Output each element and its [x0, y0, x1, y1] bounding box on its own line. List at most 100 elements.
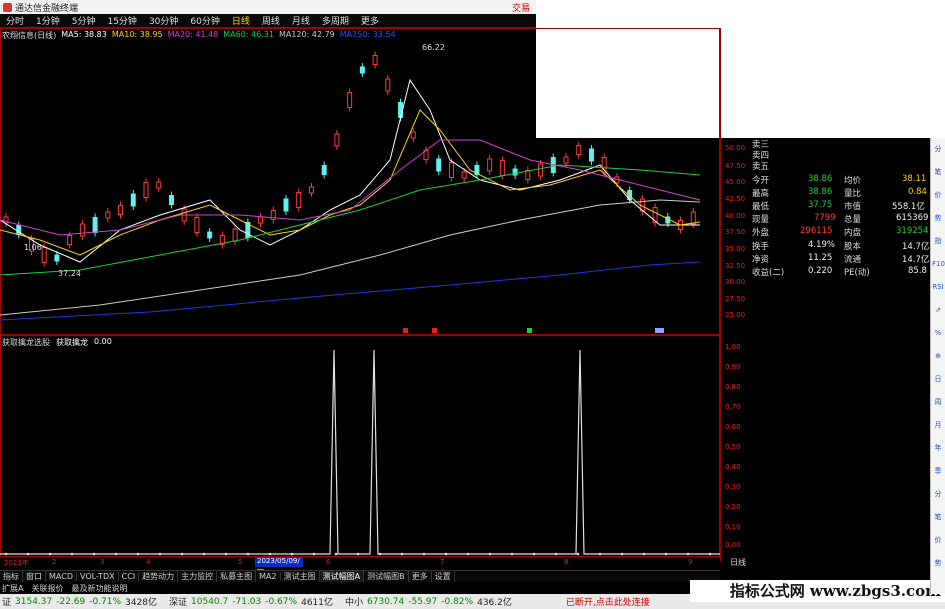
ma120-line	[0, 199, 701, 316]
period-label[interactable]: 日线	[720, 557, 756, 569]
quote-value: 0.84	[908, 187, 927, 197]
tab-trend[interactable]: 趋势动力	[139, 571, 179, 582]
sidebar-button[interactable]: 价	[932, 533, 944, 547]
tab-test-main[interactable]: 测试主图	[281, 571, 320, 582]
signal-point	[158, 552, 162, 556]
marker-multi	[655, 328, 664, 333]
sidebar-button[interactable]: 势	[932, 211, 944, 225]
connection-status[interactable]: 已断开,点击此处连接	[566, 595, 650, 608]
tab-more[interactable]: 更多	[409, 571, 432, 582]
candle	[359, 66, 365, 74]
menu-item-more[interactable]: 更多	[355, 14, 385, 27]
ask-row-5: 卖五	[752, 160, 930, 172]
new-feature-button[interactable]: 最及新功能说明	[71, 583, 127, 594]
quote-label: 现量	[752, 215, 770, 225]
date-tick: 9	[688, 558, 693, 566]
quote-row-eps: 收益(二) 0.220 PE(动) 85.8	[752, 266, 930, 278]
sidebar-button[interactable]: 年	[932, 441, 944, 455]
zx-label[interactable]: 中小	[345, 595, 363, 608]
menu-item-30min[interactable]: 30分钟	[143, 14, 184, 27]
sidebar-button[interactable]: 势	[932, 556, 944, 570]
sidebar-button[interactable]: 月	[932, 418, 944, 432]
price-tick: 27.50	[725, 295, 746, 303]
tab-test-b[interactable]: 测试幅图B	[364, 571, 409, 582]
candle	[232, 228, 238, 242]
menu-item-week[interactable]: 周线	[256, 14, 286, 27]
tab-test-a[interactable]: 测试幅图A	[319, 571, 365, 582]
candle	[54, 254, 60, 262]
sidebar-button[interactable]: 季	[932, 464, 944, 478]
related-quote-button[interactable]: 关联报价	[31, 583, 63, 594]
sz-pct: -0.67%	[265, 596, 298, 607]
signal-point	[510, 552, 514, 556]
price-tick: 47.50	[725, 162, 746, 170]
candle	[308, 186, 314, 194]
tab-window[interactable]: 窗口	[23, 571, 46, 582]
tab-cci[interactable]: CCI	[119, 572, 140, 581]
tab-indicator[interactable]: 指标	[0, 571, 23, 582]
menu-item-60min[interactable]: 60分钟	[184, 14, 225, 27]
candle	[448, 162, 454, 178]
sidebar-button[interactable]: %	[932, 326, 944, 340]
price-tick: 42.50	[725, 195, 746, 203]
date-tick: 8	[564, 558, 569, 566]
sidebar-button[interactable]: 分	[932, 487, 944, 501]
menu-item-1min[interactable]: 1分钟	[30, 14, 66, 27]
signal-point	[356, 552, 360, 556]
sidebar-button[interactable]: 日	[932, 372, 944, 386]
tab-ma2[interactable]: MA2	[256, 572, 281, 581]
extend-button[interactable]: 扩展A	[2, 583, 23, 594]
sidebar-button[interactable]: 笔	[932, 165, 944, 179]
tab-private-main[interactable]: 私募主图	[217, 571, 257, 582]
sidebar-button[interactable]: ⇗	[932, 303, 944, 317]
sh-label[interactable]: 证	[2, 595, 11, 608]
trade-link[interactable]: 交易	[512, 1, 530, 14]
candle	[41, 247, 47, 263]
date-tick: 3	[100, 558, 105, 566]
quote-row-low: 最低 37.75 市值 558.1亿	[752, 200, 930, 212]
menu-item-month[interactable]: 月线	[286, 14, 316, 27]
candle	[347, 92, 353, 108]
signal-point	[136, 552, 140, 556]
candle	[130, 193, 136, 207]
sz-label[interactable]: 深证	[169, 595, 187, 608]
sidebar-button[interactable]: 分	[932, 142, 944, 156]
indicator-tick: 0.40	[725, 463, 741, 471]
sh-amount: 3428亿	[125, 598, 157, 608]
menu-item-day[interactable]: 日线	[226, 14, 256, 27]
sidebar-button[interactable]: ⊕	[932, 349, 944, 363]
signal-point	[92, 552, 96, 556]
ma60-line	[0, 164, 701, 276]
signal-point	[268, 552, 272, 556]
sidebar-button[interactable]: 笔	[932, 510, 944, 524]
quote-label: 净资	[752, 255, 770, 265]
marker-green	[527, 328, 532, 333]
quote-label: 收益(二)	[752, 268, 785, 278]
signal-point	[224, 552, 228, 556]
sidebar-button[interactable]: 价	[932, 188, 944, 202]
menu-item-multi[interactable]: 多周期	[316, 14, 355, 27]
sidebar-button[interactable]: RSI	[932, 280, 944, 294]
window-title: 通达信金融终端	[15, 3, 79, 14]
quote-label: 均价	[844, 176, 862, 186]
quote-row-outer: 外盘 296115 内盘 319254	[752, 226, 930, 238]
menu-item-5min[interactable]: 5分钟	[66, 14, 102, 27]
menu-item-fenshi[interactable]: 分时	[0, 14, 30, 27]
candle	[321, 165, 327, 175]
quote-label: 最高	[752, 189, 770, 199]
indicator-tick: 0.50	[725, 443, 741, 451]
quote-row-open: 今开 38.86 均价 38.11	[752, 174, 930, 186]
indicator-tick: 0.10	[725, 523, 741, 531]
tab-vol-tdx[interactable]: VOL-TDX	[77, 572, 119, 581]
date-axis: 2023年 2 3 4 5 6 7 8 9	[0, 556, 720, 568]
sidebar-button[interactable]: F10	[932, 257, 945, 271]
tab-settings[interactable]: 设置	[432, 571, 455, 582]
sidebar-button[interactable]: 指	[932, 234, 944, 248]
quote-label: 今开	[752, 176, 770, 186]
menu-item-15min[interactable]: 15分钟	[101, 14, 142, 27]
sidebar-button[interactable]: 周	[932, 395, 944, 409]
watermark: 指标公式网 www.zbgs3.com	[690, 580, 945, 602]
tab-macd[interactable]: MACD	[46, 572, 77, 581]
marker-red-1	[403, 328, 408, 333]
tab-main-monitor[interactable]: 主力监控	[178, 571, 218, 582]
